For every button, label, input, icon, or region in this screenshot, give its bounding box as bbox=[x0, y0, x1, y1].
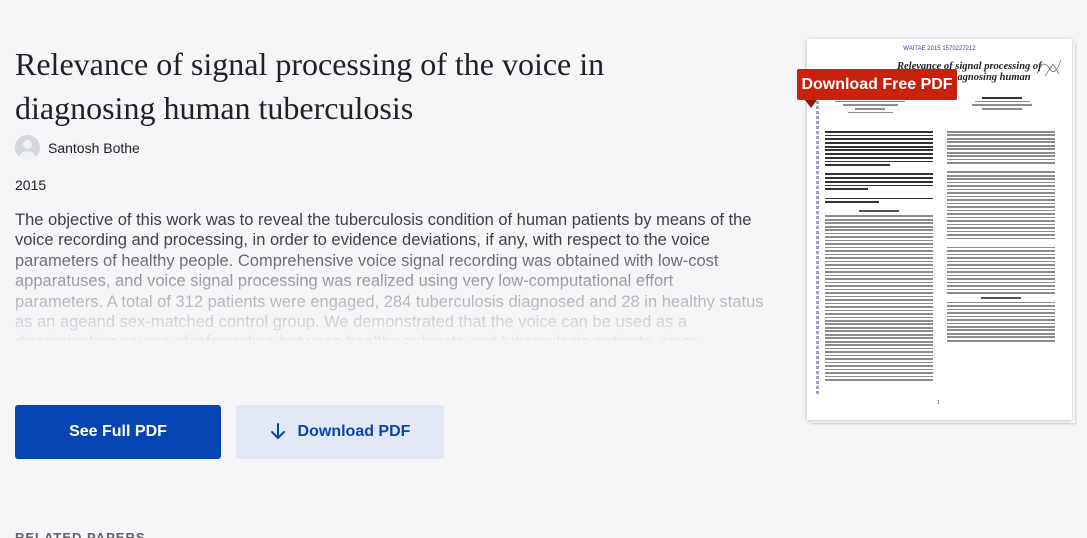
preview-column-right bbox=[947, 131, 1055, 343]
see-full-pdf-button[interactable]: See Full PDF bbox=[15, 405, 221, 459]
abstract-text: The objective of this work was to reveal… bbox=[15, 211, 764, 340]
preview-page-number: 1 bbox=[937, 400, 940, 406]
author-name[interactable]: Santosh Bothe bbox=[48, 140, 140, 156]
preview-line-numbers bbox=[816, 96, 820, 396]
author-avatar-icon[interactable] bbox=[15, 135, 40, 160]
related-papers-heading: RELATED PAPERS bbox=[15, 530, 146, 538]
preview-header: WAITAE 2015 1570227212 bbox=[903, 46, 976, 52]
abstract-container: The objective of this work was to reveal… bbox=[15, 210, 765, 340]
download-free-pdf-label: Download Free PDF bbox=[801, 75, 953, 93]
preview-column-left bbox=[825, 131, 933, 383]
download-pdf-button[interactable]: Download PDF bbox=[236, 405, 444, 459]
download-arrow-icon bbox=[270, 423, 285, 439]
author-row[interactable]: Santosh Bothe bbox=[15, 135, 140, 160]
see-full-pdf-label: See Full PDF bbox=[69, 423, 167, 440]
paper-title: Relevance of signal processing of the vo… bbox=[15, 46, 605, 126]
download-free-pdf-badge[interactable]: Download Free PDF bbox=[797, 69, 957, 108]
download-pdf-label: Download PDF bbox=[297, 423, 411, 440]
publication-year: 2015 bbox=[15, 177, 47, 193]
preview-author-block-right bbox=[957, 97, 1047, 112]
